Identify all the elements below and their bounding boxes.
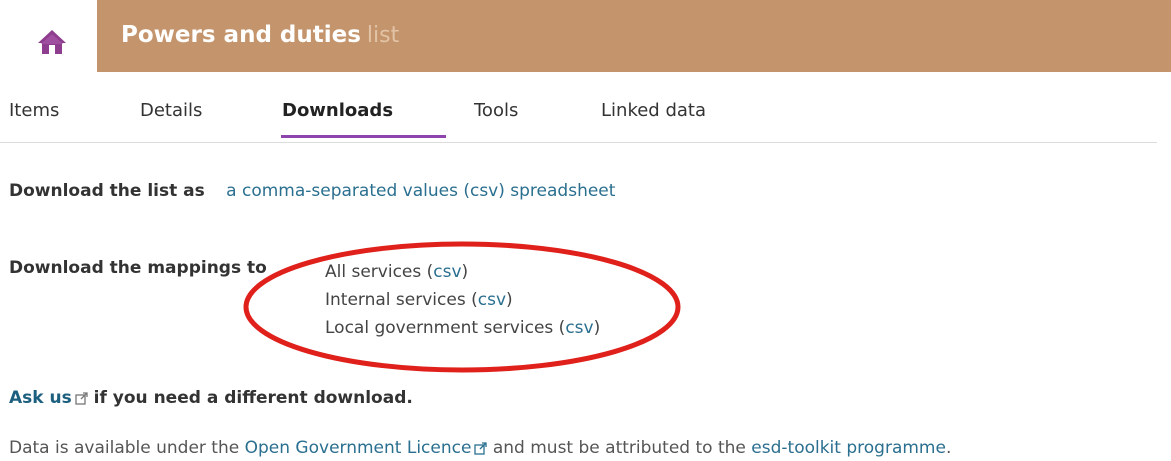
tab-items[interactable]: Items [9,100,59,133]
active-tab-indicator [281,135,446,138]
page-title: Powers and duties list [121,22,399,48]
external-link-icon [75,392,88,405]
download-list-csv-link[interactable]: a comma-separated values (csv) spreadshe… [226,181,615,201]
page-subtitle: list [366,23,400,48]
ask-us-row: Ask us if you need a different download. [9,388,413,408]
download-list-label: Download the list as [9,181,205,201]
page-title-text: Powers and duties [121,22,361,48]
home-button[interactable] [24,18,80,66]
tab-downloads[interactable]: Downloads [282,100,393,133]
licence-prefix: Data is available under the [9,438,240,458]
external-link-icon [474,442,488,455]
tab-bar: Items Details Downloads Tools Linked dat… [0,96,1157,143]
annotation-oval [243,241,681,373]
title-bar: Powers and duties list [97,0,1171,72]
tab-details[interactable]: Details [140,100,202,133]
download-list-row: Download the list as a comma-separated v… [9,181,615,201]
tab-tools[interactable]: Tools [474,100,518,133]
licence-row: Data is available under the Open Governm… [9,438,951,458]
esd-toolkit-link[interactable]: esd-toolkit programme [751,438,946,458]
ask-us-link[interactable]: Ask us [9,388,72,408]
licence-suffix: . [945,438,952,458]
home-icon [38,30,66,54]
licence-middle: and must be attributed to the [492,438,746,458]
download-mappings-label: Download the mappings to [9,258,267,278]
open-government-licence-link[interactable]: Open Government Licence [245,438,472,458]
tab-linked-data[interactable]: Linked data [601,100,706,133]
ask-us-text: if you need a different download. [93,388,413,408]
download-mappings-row: Download the mappings to [9,258,267,278]
page: Powers and duties list Items Details Down… [0,0,1171,461]
